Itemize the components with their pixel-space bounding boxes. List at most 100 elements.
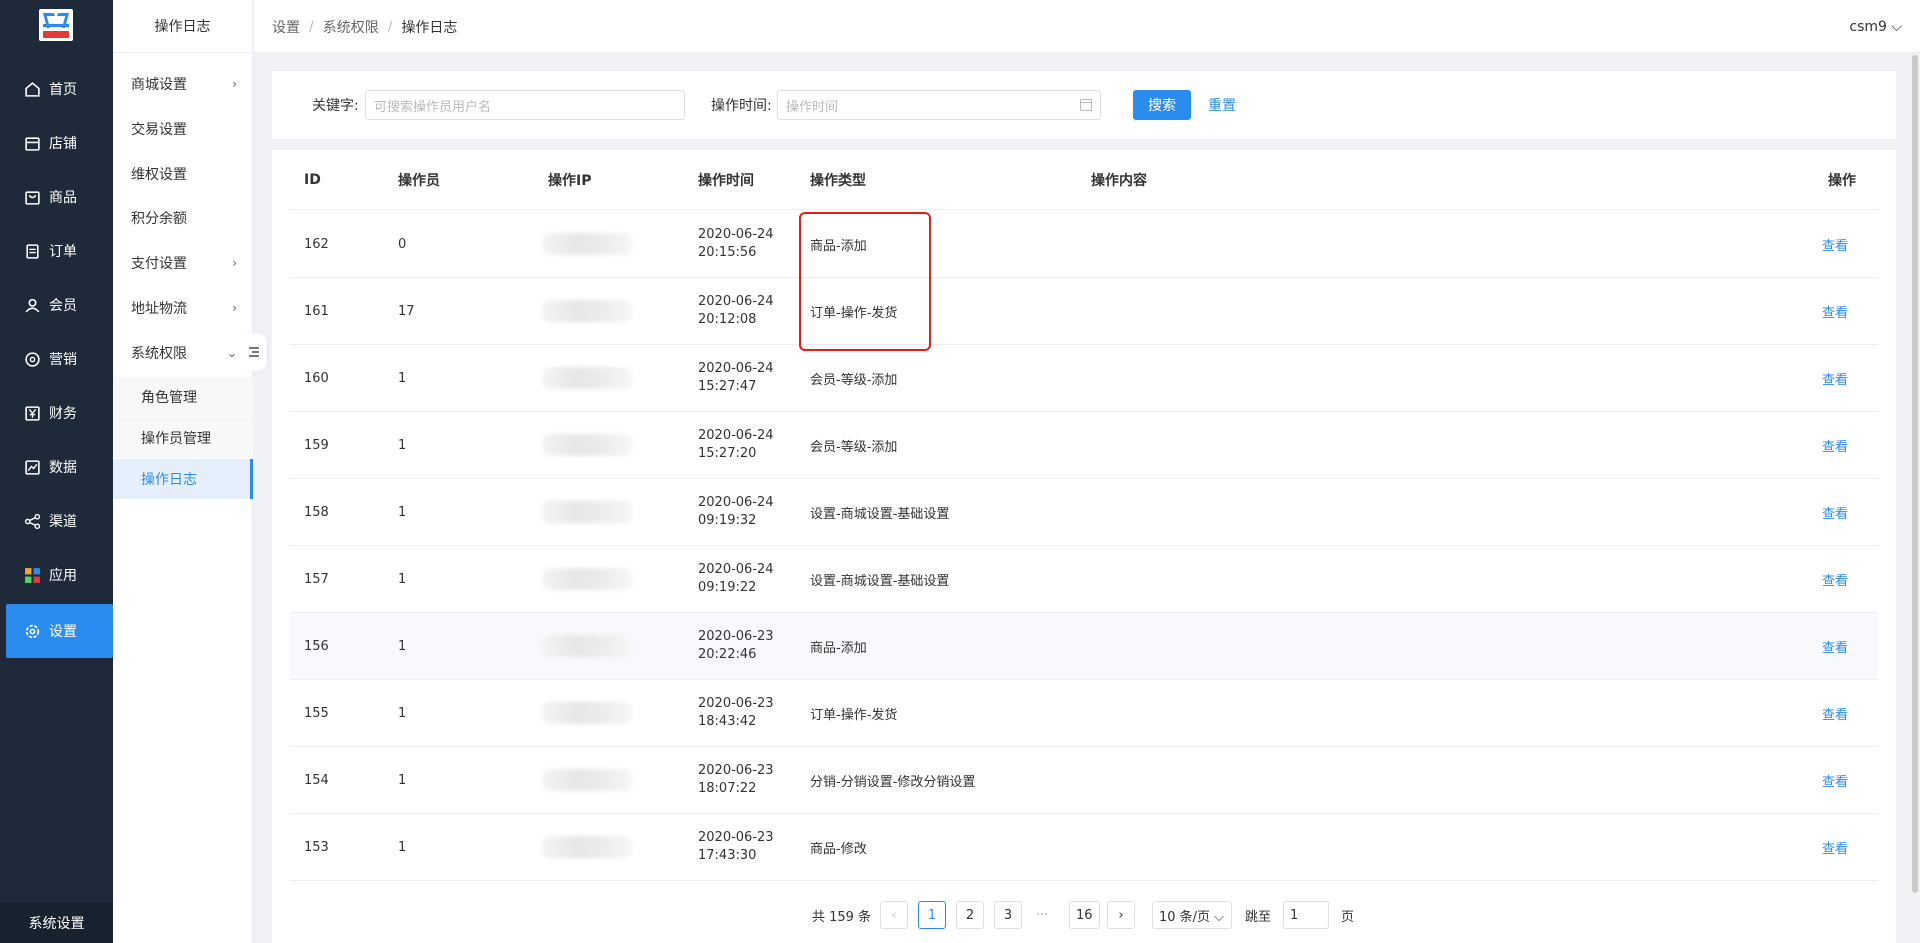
user-menu[interactable]: csm9 ⌵: [1849, 0, 1902, 53]
cell-clock: 15:27:20: [698, 446, 757, 461]
nav-item-finance[interactable]: 财务: [0, 386, 113, 440]
cell-date: 2020-06-23: [698, 830, 774, 845]
sub-item-label: 交易设置: [131, 122, 187, 138]
view-link[interactable]: 查看: [1822, 680, 1848, 746]
sub-item-trade-settings[interactable]: 交易设置: [113, 107, 253, 151]
th-content: 操作内容: [1091, 173, 1147, 189]
nav-item-apps[interactable]: 应用: [0, 548, 113, 602]
table-header: ID 操作员 操作IP 操作时间 操作类型 操作内容 操作: [290, 150, 1878, 210]
user-icon: [25, 298, 40, 312]
cell-id: 154: [304, 772, 329, 788]
nav-item-goods[interactable]: 商品: [0, 170, 113, 224]
th-time: 操作时间: [698, 173, 754, 189]
sub-item-rights-settings[interactable]: 维权设置: [113, 152, 253, 196]
top-header: 设置 / 系统权限 / 操作日志 csm9 ⌵: [254, 0, 1920, 53]
calendar-icon: [1080, 99, 1092, 111]
view-link[interactable]: 查看: [1822, 479, 1848, 545]
search-button[interactable]: 搜索: [1133, 90, 1191, 120]
sub-child-role-management[interactable]: 角色管理: [113, 377, 253, 417]
time-picker-input[interactable]: 操作时间: [777, 90, 1101, 120]
nav-label: 应用: [49, 568, 77, 584]
time-placeholder: 操作时间: [786, 99, 839, 115]
home-icon: [25, 81, 40, 97]
cell-time: 2020-06-24 15:27:20: [698, 412, 774, 478]
reset-button[interactable]: 重置: [1208, 90, 1236, 120]
cell-id: 162: [304, 236, 329, 252]
sub-item-mall-settings[interactable]: 商城设置 ›: [113, 62, 253, 106]
cell-clock: 20:22:46: [698, 647, 757, 662]
pagination-page-1[interactable]: 1: [918, 901, 946, 929]
breadcrumb-item-permissions[interactable]: 系统权限: [323, 17, 379, 37]
page-size-select[interactable]: 10 条/页 ⌵: [1152, 901, 1232, 929]
pagination-next-button[interactable]: ›: [1107, 901, 1135, 929]
table-row: 161 17 2020-06-24 20:12:08 订单-操作-发货 查看: [290, 278, 1878, 345]
sub-item-address-logistics[interactable]: 地址物流 ›: [113, 286, 253, 330]
cell-clock: 09:19:22: [698, 580, 757, 595]
nav-item-data[interactable]: 数据: [0, 440, 113, 494]
cell-clock: 20:15:56: [698, 245, 757, 260]
cell-operator: 1: [398, 504, 407, 520]
table-row: 160 1 2020-06-24 15:27:47 会员-等级-添加 查看: [290, 345, 1878, 412]
shopping-bag-icon: [25, 190, 40, 205]
pagination-prev-button[interactable]: ‹: [880, 901, 908, 929]
nav-item-members[interactable]: 会员: [0, 278, 113, 332]
nav-item-home[interactable]: 首页: [0, 62, 113, 116]
nav-label: 渠道: [49, 514, 77, 530]
sub-item-system-permissions[interactable]: 系统权限 ⌄: [113, 331, 253, 375]
sub-item-payment-settings[interactable]: 支付设置 ›: [113, 241, 253, 285]
nav-item-orders[interactable]: 订单: [0, 224, 113, 278]
keyword-input[interactable]: 可搜索操作员用户名: [365, 90, 685, 120]
gear-icon: [25, 624, 40, 638]
cell-operator: 1: [398, 437, 407, 453]
view-link[interactable]: 查看: [1822, 345, 1848, 411]
nav-item-channels[interactable]: 渠道: [0, 494, 113, 548]
marketing-icon: [25, 351, 40, 367]
sub-child-operator-management[interactable]: 操作员管理: [113, 418, 253, 458]
view-link[interactable]: 查看: [1822, 814, 1848, 880]
cell-clock: 17:43:30: [698, 848, 757, 863]
view-link[interactable]: 查看: [1822, 278, 1848, 344]
pagination-page-last[interactable]: 16: [1069, 901, 1100, 929]
cell-type: 会员-等级-添加: [810, 372, 898, 388]
cell-operator: 1: [398, 571, 407, 587]
nav-label: 订单: [49, 244, 77, 260]
view-link[interactable]: 查看: [1822, 412, 1848, 478]
goto-page-input[interactable]: 1: [1283, 901, 1329, 929]
cell-type: 设置-商城设置-基础设置: [810, 573, 950, 589]
view-link[interactable]: 查看: [1822, 211, 1848, 277]
nav-label: 会员: [49, 298, 77, 314]
table-row: 153 1 2020-06-23 17:43:30 商品-修改 查看: [290, 814, 1878, 881]
cell-ip-redacted: [542, 300, 632, 322]
collapse-sidebar-button[interactable]: [241, 333, 267, 371]
highlight-annotation-box: [799, 212, 931, 351]
sub-child-operation-log[interactable]: 操作日志: [113, 459, 253, 499]
cell-ip-redacted: [542, 568, 632, 590]
sub-item-label: 支付设置: [131, 256, 187, 272]
sub-item-label: 商城设置: [131, 77, 187, 93]
sub-item-points-balance[interactable]: 积分余额: [113, 196, 253, 240]
sub-item-label: 积分余额: [131, 211, 187, 227]
view-link[interactable]: 查看: [1822, 613, 1848, 679]
cell-id: 160: [304, 370, 329, 386]
cell-clock: 20:12:08: [698, 312, 757, 327]
pagination-ellipsis[interactable]: ···: [1036, 900, 1048, 930]
breadcrumb-item-settings[interactable]: 设置: [272, 17, 300, 37]
nav-item-store[interactable]: 店铺: [0, 116, 113, 170]
store-icon: [25, 136, 40, 151]
order-icon: [26, 243, 39, 259]
chevron-right-icon: ›: [232, 77, 237, 91]
th-type: 操作类型: [810, 173, 866, 189]
chart-icon: [25, 459, 40, 475]
cell-id: 157: [304, 571, 329, 587]
goto-suffix: 页: [1341, 909, 1355, 925]
nav-item-marketing[interactable]: 营销: [0, 332, 113, 386]
nav-item-settings[interactable]: 设置: [6, 604, 113, 658]
cell-type: 分销-分销设置-修改分销设置: [810, 774, 976, 790]
cell-ip-redacted: [542, 501, 632, 523]
view-link[interactable]: 查看: [1822, 747, 1848, 813]
pagination-page-2[interactable]: 2: [956, 901, 984, 929]
page-scrollbar[interactable]: [1912, 55, 1918, 893]
view-link[interactable]: 查看: [1822, 546, 1848, 612]
pagination-page-3[interactable]: 3: [994, 901, 1022, 929]
sub-item-label: 维权设置: [131, 167, 187, 183]
